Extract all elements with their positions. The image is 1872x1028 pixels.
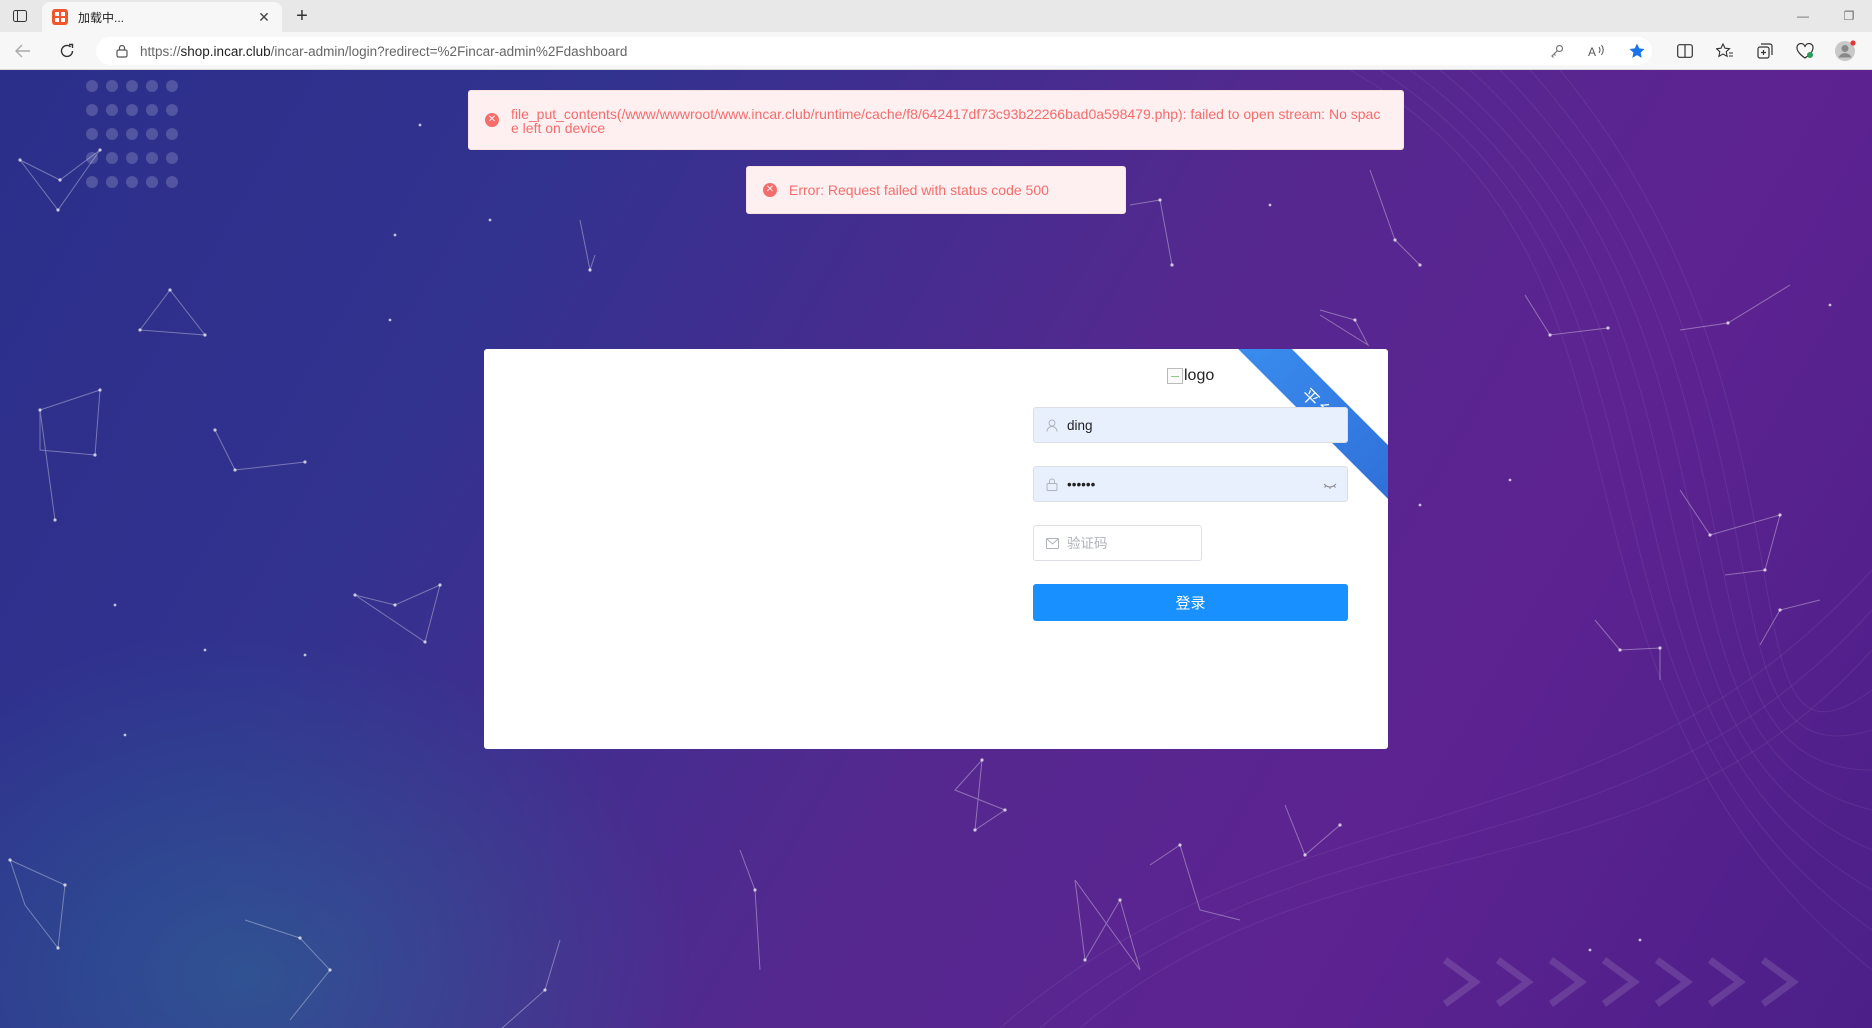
new-tab-icon[interactable]: + bbox=[290, 4, 314, 28]
logo-image: logo bbox=[1167, 367, 1214, 385]
broken-image-icon bbox=[1167, 368, 1183, 384]
reload-icon[interactable] bbox=[54, 39, 80, 63]
read-aloud-icon[interactable]: A bbox=[1584, 39, 1610, 63]
dot-grid-decoration bbox=[86, 80, 178, 188]
tab-strip: 加载中... ✕ + — ❐ bbox=[0, 0, 1872, 32]
login-button[interactable]: 登录 bbox=[1033, 584, 1348, 621]
password-field[interactable] bbox=[1033, 466, 1348, 502]
browser-essentials-icon[interactable] bbox=[1792, 39, 1818, 63]
error-circle-icon: ✕ bbox=[763, 183, 777, 197]
profile-avatar-icon[interactable] bbox=[1832, 39, 1858, 63]
svg-text:A: A bbox=[1588, 45, 1596, 58]
mail-icon bbox=[1045, 536, 1059, 550]
error-alert-request: ✕ Error: Request failed with status code… bbox=[746, 166, 1126, 214]
tab-actions-icon[interactable] bbox=[8, 6, 32, 26]
error-alert-cache: ✕ file_put_contents(/www/wwwroot/www.inc… bbox=[468, 90, 1404, 150]
password-input[interactable] bbox=[1067, 476, 1287, 492]
captcha-field[interactable] bbox=[1033, 525, 1202, 561]
toggle-password-eye-icon[interactable] bbox=[1323, 478, 1337, 492]
site-favicon-icon bbox=[52, 9, 68, 25]
url-text: https://shop.incar.club/incar-admin/logi… bbox=[140, 43, 628, 59]
minimize-icon[interactable]: — bbox=[1780, 0, 1826, 32]
username-field[interactable] bbox=[1033, 407, 1348, 443]
alert-message: file_put_contents(/www/wwwroot/www.incar… bbox=[511, 106, 1381, 136]
url-field[interactable]: https://shop.incar.club/incar-admin/logi… bbox=[96, 37, 1652, 65]
lock-icon bbox=[1045, 477, 1059, 491]
page-viewport: ✕ file_put_contents(/www/wwwroot/www.inc… bbox=[0, 70, 1872, 1028]
tab-title: 加载中... bbox=[78, 10, 125, 25]
back-icon[interactable] bbox=[10, 39, 36, 63]
browser-tab[interactable]: 加载中... ✕ bbox=[42, 2, 282, 32]
address-bar: https://shop.incar.club/incar-admin/logi… bbox=[0, 32, 1872, 70]
error-circle-icon: ✕ bbox=[485, 113, 499, 127]
favorites-icon[interactable] bbox=[1712, 39, 1738, 63]
collections-icon[interactable] bbox=[1752, 39, 1778, 63]
key-icon[interactable] bbox=[1544, 39, 1570, 63]
username-input[interactable] bbox=[1067, 417, 1287, 433]
close-tab-icon[interactable]: ✕ bbox=[256, 9, 272, 25]
lock-icon bbox=[116, 44, 128, 58]
split-screen-icon[interactable] bbox=[1672, 39, 1698, 63]
favorite-star-icon[interactable] bbox=[1624, 39, 1650, 63]
restore-icon[interactable]: ❐ bbox=[1826, 0, 1872, 32]
alert-message: Error: Request failed with status code 5… bbox=[789, 182, 1049, 198]
user-icon bbox=[1045, 418, 1059, 432]
logo-alt-text: logo bbox=[1184, 367, 1215, 384]
login-card: 平台端 logo 登录 bbox=[484, 349, 1388, 749]
captcha-input[interactable] bbox=[1067, 535, 1187, 551]
chevron-decoration bbox=[1442, 957, 1799, 1007]
